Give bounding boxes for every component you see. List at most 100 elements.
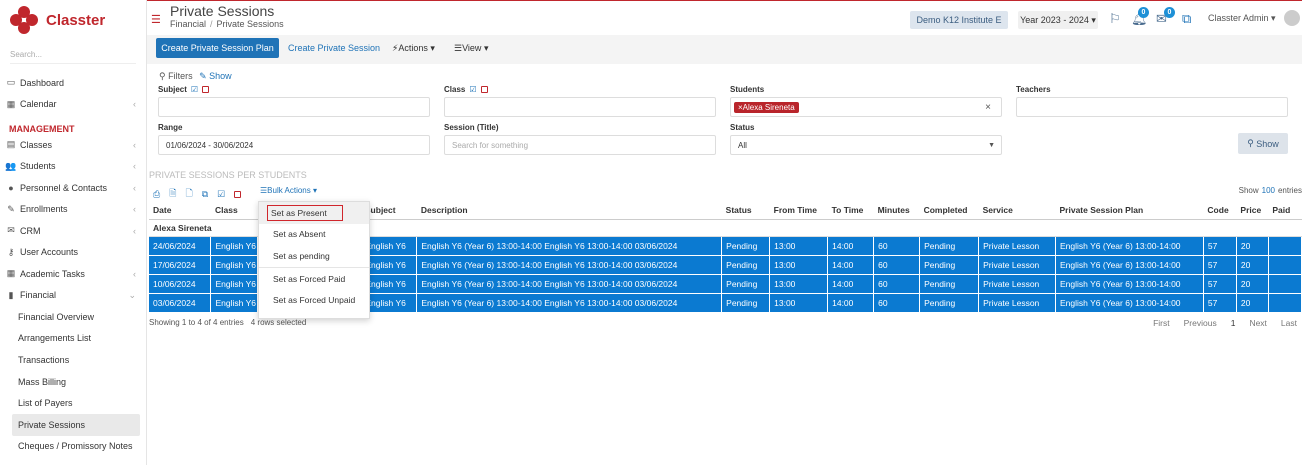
col-class[interactable]: Class bbox=[210, 202, 258, 220]
caret-down-icon: ▾ bbox=[1091, 14, 1096, 25]
status-select[interactable]: All ▼ bbox=[730, 135, 1002, 155]
sidebar-item-user-accounts[interactable]: ⚷ User Accounts bbox=[0, 242, 146, 264]
session-search-input[interactable]: Search for something bbox=[444, 135, 716, 155]
class-input[interactable] bbox=[444, 97, 716, 117]
institute-button[interactable]: Demo K12 Institute E bbox=[910, 11, 1008, 29]
col-status[interactable]: Status bbox=[721, 202, 770, 220]
user-menu[interactable]: Classter Admin ▾ bbox=[1208, 13, 1276, 24]
copy-icon[interactable]: ⧉ bbox=[202, 189, 208, 200]
student-tag[interactable]: ×Alexa Sireneta bbox=[734, 101, 799, 113]
sidebar-sub-private-sessions[interactable]: Private Sessions bbox=[12, 413, 140, 436]
menu-item-set-present[interactable]: Set as Present bbox=[259, 202, 369, 224]
bulk-actions-dropdown[interactable]: ☰Bulk Actions ▾ bbox=[260, 186, 317, 195]
stop-icon[interactable] bbox=[234, 190, 242, 198]
sidebar-item-personnel[interactable]: ● Personnel & Contacts ‹ bbox=[0, 177, 146, 199]
flag-icon[interactable]: ⚐ bbox=[1109, 11, 1121, 27]
sidebar-sub-financial-overview[interactable]: Financial Overview bbox=[0, 306, 146, 328]
section-title: PRIVATE SESSIONS PER STUDENTS bbox=[149, 170, 307, 180]
caret-down-icon: ▾ bbox=[483, 43, 489, 53]
cell-status: Pending bbox=[721, 274, 771, 294]
check-icon[interactable]: ☑ bbox=[217, 189, 225, 200]
subject-input[interactable] bbox=[158, 97, 430, 117]
students-input[interactable]: ×Alexa Sireneta × bbox=[730, 97, 1002, 117]
cell-plan: English Y6 (Year 6) 13:00-14:00 bbox=[1055, 236, 1204, 256]
create-session-link[interactable]: Create Private Session bbox=[288, 43, 380, 53]
cell-date: 10/06/2024 bbox=[149, 274, 212, 294]
avatar[interactable] bbox=[1284, 10, 1300, 26]
col-description[interactable]: Description bbox=[416, 202, 722, 220]
sidebar-item-financial[interactable]: ▮ Financial ⌄ bbox=[0, 285, 146, 307]
classes-icon: ▤ bbox=[6, 139, 16, 150]
menu-item-set-pending[interactable]: Set as pending bbox=[259, 245, 369, 267]
sidebar-item-dashboard[interactable]: ▭ Dashboard bbox=[0, 72, 146, 94]
show-label: Show bbox=[1256, 138, 1279, 149]
sidebar-item-label: Personnel & Contacts bbox=[20, 182, 108, 193]
col-service[interactable]: Service bbox=[978, 202, 1056, 220]
cell-class: English Y6 bbox=[210, 255, 259, 275]
stop-icon[interactable] bbox=[480, 86, 488, 94]
sidebar-item-label: CRM bbox=[20, 225, 41, 236]
logo[interactable]: Classter bbox=[0, 0, 146, 40]
filters-show-link[interactable]: ✎ Show bbox=[199, 71, 232, 81]
col-code[interactable]: Code bbox=[1203, 202, 1237, 220]
sidebar-sub-arrangements-list[interactable]: Arrangements List bbox=[0, 328, 146, 350]
sidebar-sub-list-of-payers[interactable]: List of Payers bbox=[0, 392, 146, 414]
cell-description: English Y6 (Year 6) 13:00-14:00 English … bbox=[416, 236, 723, 256]
view-label: View bbox=[462, 43, 482, 53]
check-icon[interactable]: ☑ bbox=[469, 85, 476, 94]
class-label: Class ☑ bbox=[444, 85, 488, 94]
col-minutes[interactable]: Minutes bbox=[873, 202, 920, 220]
breadcrumb-item[interactable]: Financial bbox=[170, 19, 206, 29]
clear-icon[interactable]: × bbox=[985, 102, 991, 113]
col-paid[interactable]: Paid bbox=[1268, 202, 1302, 220]
stop-icon[interactable] bbox=[202, 86, 210, 94]
layers-icon[interactable]: ⧉ bbox=[1182, 11, 1191, 27]
col-date[interactable]: Date bbox=[149, 202, 211, 220]
menu-toggle-icon[interactable]: ☰ bbox=[151, 13, 161, 26]
document-icon[interactable]: 🗋︎ bbox=[185, 186, 192, 202]
year-select[interactable]: Year 2023 - 2024 ▾ bbox=[1018, 11, 1098, 29]
chevron-left-icon: ‹ bbox=[133, 225, 136, 236]
sidebar-item-enrollments[interactable]: ✎ Enrollments ‹ bbox=[0, 199, 146, 221]
create-plan-button[interactable]: Create Private Session Plan bbox=[156, 38, 279, 58]
view-dropdown[interactable]: ☰View ▾ bbox=[454, 43, 488, 54]
cell-code: 57 bbox=[1203, 236, 1237, 256]
col-plan[interactable]: Private Session Plan bbox=[1055, 202, 1204, 220]
sidebar-sub-transactions[interactable]: Transactions bbox=[0, 349, 146, 371]
pager-first[interactable]: First bbox=[1153, 318, 1170, 328]
teachers-input[interactable] bbox=[1016, 97, 1288, 117]
financial-icon: ▮ bbox=[8, 289, 14, 300]
pager-last[interactable]: Last bbox=[1281, 318, 1297, 328]
sidebar-item-classes[interactable]: ▤ Classes ‹ bbox=[0, 134, 146, 156]
show-button[interactable]: ⚲ Show bbox=[1238, 133, 1288, 154]
sidebar-item-calendar[interactable]: ▦ Calendar ‹ bbox=[0, 94, 146, 116]
sidebar-sub-mass-billing[interactable]: Mass Billing bbox=[0, 371, 146, 393]
cell-class: English Y6 bbox=[210, 236, 259, 256]
pagination: First Previous 1 Next Last bbox=[1153, 318, 1297, 328]
menu-item-set-absent[interactable]: Set as Absent bbox=[259, 224, 369, 246]
pager-previous[interactable]: Previous bbox=[1184, 318, 1217, 328]
col-to-time[interactable]: To Time bbox=[827, 202, 874, 220]
sidebar-search-input[interactable]: Search... bbox=[10, 50, 136, 64]
col-price[interactable]: Price bbox=[1236, 202, 1269, 220]
menu-item-forced-paid[interactable]: Set as Forced Paid bbox=[259, 268, 369, 290]
status-value: All bbox=[738, 140, 747, 150]
export-icon[interactable]: 🗎︎ bbox=[169, 186, 176, 202]
entries-count-select[interactable]: 100 bbox=[1262, 186, 1275, 195]
pager-next[interactable]: Next bbox=[1249, 318, 1266, 328]
sidebar-item-students[interactable]: 👥 Students ‹ bbox=[0, 156, 146, 178]
print-icon[interactable]: ⎙ bbox=[153, 189, 160, 200]
cell-minutes: 60 bbox=[873, 293, 921, 313]
range-input[interactable]: 01/06/2024 - 30/06/2024 bbox=[158, 135, 430, 155]
grid-icon: ▦ bbox=[6, 268, 16, 279]
sidebar-item-academic-tasks[interactable]: ▦ Academic Tasks ‹ bbox=[0, 263, 146, 285]
col-completed[interactable]: Completed bbox=[919, 202, 979, 220]
menu-item-forced-unpaid[interactable]: Set as Forced Unpaid bbox=[259, 289, 369, 311]
cell-minutes: 60 bbox=[873, 255, 921, 275]
col-from-time[interactable]: From Time bbox=[769, 202, 828, 220]
sidebar-sub-cheques[interactable]: Cheques / Promissory Notes bbox=[0, 436, 146, 458]
check-icon[interactable]: ☑ bbox=[191, 85, 198, 94]
sidebar-item-crm[interactable]: ✉ CRM ‹ bbox=[0, 220, 146, 242]
pager-page[interactable]: 1 bbox=[1231, 318, 1236, 328]
actions-dropdown[interactable]: ⚡︎Actions ▾ bbox=[392, 43, 435, 54]
